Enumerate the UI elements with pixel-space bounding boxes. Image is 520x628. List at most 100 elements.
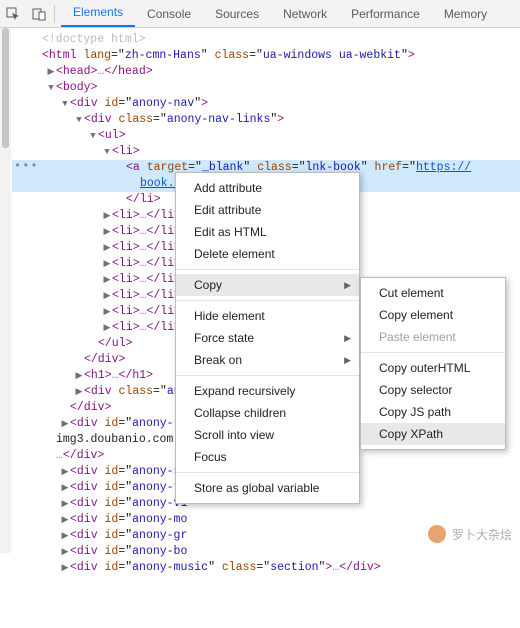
- menu-item-break-on[interactable]: Break on: [176, 349, 359, 371]
- dom-node-text: </ul>: [98, 336, 133, 352]
- menu-separator: [176, 269, 359, 270]
- tab-network[interactable]: Network: [271, 1, 339, 27]
- menu-separator: [361, 352, 505, 353]
- gutter-marker: •••: [14, 158, 39, 174]
- dom-node-text: <ul>: [98, 128, 126, 144]
- dom-line[interactable]: <li>: [12, 144, 520, 160]
- expand-arrow-icon[interactable]: [102, 208, 112, 224]
- expand-arrow-icon[interactable]: [102, 288, 112, 304]
- menu-item-copy-element[interactable]: Copy element: [361, 304, 505, 326]
- expand-arrow-icon[interactable]: [60, 496, 70, 512]
- dom-node-text: <div id="anony-re: [70, 416, 187, 432]
- scrollbar[interactable]: [0, 28, 11, 553]
- dom-line[interactable]: <div id="anony-nav">: [12, 96, 520, 112]
- dom-line[interactable]: <head>…</head>: [12, 64, 520, 80]
- dom-node-text: </div>: [84, 352, 125, 368]
- menu-item-add-attribute[interactable]: Add attribute: [176, 177, 359, 199]
- dom-node-text: <li>…</li>: [112, 272, 181, 288]
- expand-arrow-icon[interactable]: [74, 112, 84, 128]
- menu-separator: [176, 472, 359, 473]
- dom-node-text: img3.doubanio.com: [56, 432, 173, 448]
- menu-item-scroll-into-view[interactable]: Scroll into view: [176, 424, 359, 446]
- expand-arrow-icon[interactable]: [74, 384, 84, 400]
- dom-node-text: <li>…</li>: [112, 224, 181, 240]
- dom-node-text: <div id="anony-ti: [70, 480, 187, 496]
- menu-item-copy-selector[interactable]: Copy selector: [361, 379, 505, 401]
- dom-node-text: <li>…</li>: [112, 320, 181, 336]
- expand-arrow-icon[interactable]: [60, 464, 70, 480]
- tab-memory[interactable]: Memory: [432, 1, 499, 27]
- menu-item-expand-recursively[interactable]: Expand recursively: [176, 380, 359, 402]
- expand-arrow-icon[interactable]: [60, 560, 70, 576]
- expand-arrow-icon[interactable]: [102, 144, 112, 160]
- menu-item-copy[interactable]: Copy: [176, 274, 359, 296]
- expand-arrow-icon[interactable]: [60, 480, 70, 496]
- dom-line[interactable]: <ul>: [12, 128, 520, 144]
- separator: [54, 5, 55, 23]
- expand-arrow-icon[interactable]: [46, 64, 56, 80]
- context-menu[interactable]: Add attributeEdit attributeEdit as HTMLD…: [175, 172, 360, 504]
- menu-item-focus[interactable]: Focus: [176, 446, 359, 468]
- dom-node-text: <li>…</li>: [112, 240, 181, 256]
- menu-item-cut-element[interactable]: Cut element: [361, 282, 505, 304]
- expand-arrow-icon[interactable]: [46, 80, 56, 96]
- expand-arrow-icon[interactable]: [60, 512, 70, 528]
- dom-line[interactable]: <html lang="zh-cmn-Hans" class="ua-windo…: [12, 48, 520, 64]
- menu-item-delete-element[interactable]: Delete element: [176, 243, 359, 265]
- device-toggle-icon[interactable]: [26, 1, 52, 27]
- panel-tabs: ElementsConsoleSourcesNetworkPerformance…: [61, 0, 499, 27]
- expand-arrow-icon[interactable]: [60, 416, 70, 432]
- expand-arrow-icon[interactable]: [102, 304, 112, 320]
- tab-sources[interactable]: Sources: [203, 1, 271, 27]
- menu-item-copy-outerhtml[interactable]: Copy outerHTML: [361, 357, 505, 379]
- expand-arrow-icon[interactable]: [60, 528, 70, 544]
- dom-node-text: <li>…</li>: [112, 256, 181, 272]
- menu-item-edit-attribute[interactable]: Edit attribute: [176, 199, 359, 221]
- scroll-thumb[interactable]: [2, 28, 9, 148]
- dom-node-text: <div class="anony-nav-links">: [84, 112, 284, 128]
- menu-item-hide-element[interactable]: Hide element: [176, 305, 359, 327]
- dom-node-text: <div id="anony-vi: [70, 496, 187, 512]
- watermark-text: 罗卜大杂烩: [452, 526, 512, 543]
- menu-separator: [176, 375, 359, 376]
- dom-line[interactable]: <div class="anony-nav-links">: [12, 112, 520, 128]
- watermark-icon: [428, 525, 446, 543]
- tab-console[interactable]: Console: [135, 1, 203, 27]
- inspect-icon[interactable]: [0, 1, 26, 27]
- dom-node-text: <head>…</head>: [56, 64, 153, 80]
- menu-item-copy-xpath[interactable]: Copy XPath: [361, 423, 505, 445]
- tab-performance[interactable]: Performance: [339, 1, 432, 27]
- expand-arrow-icon[interactable]: [102, 320, 112, 336]
- expand-arrow-icon[interactable]: [102, 240, 112, 256]
- expand-arrow-icon[interactable]: [60, 96, 70, 112]
- menu-item-store-as-global-variable[interactable]: Store as global variable: [176, 477, 359, 499]
- menu-separator: [176, 300, 359, 301]
- dom-line[interactable]: <!doctype html>: [12, 32, 520, 48]
- tab-elements[interactable]: Elements: [61, 0, 135, 27]
- dom-node-text: <div id="anony-gr: [70, 528, 187, 544]
- menu-item-edit-as-html[interactable]: Edit as HTML: [176, 221, 359, 243]
- dom-line[interactable]: <div id="anony-bo: [12, 544, 520, 560]
- expand-arrow-icon[interactable]: [74, 368, 84, 384]
- expand-arrow-icon[interactable]: [102, 224, 112, 240]
- dom-node-text: <body>: [56, 80, 97, 96]
- menu-item-copy-js-path[interactable]: Copy JS path: [361, 401, 505, 423]
- dom-line[interactable]: <div id="anony-music" class="section">…<…: [12, 560, 520, 576]
- menu-item-force-state[interactable]: Force state: [176, 327, 359, 349]
- menu-item-collapse-children[interactable]: Collapse children: [176, 402, 359, 424]
- dom-node-text: <li>…</li>: [112, 304, 181, 320]
- dom-node-text: <li>: [112, 144, 140, 160]
- dom-node-text: <div id="anony-sn: [70, 464, 187, 480]
- dom-node-text: <li>…</li>: [112, 288, 181, 304]
- dom-node-text: </div>: [70, 400, 111, 416]
- dom-line[interactable]: <body>: [12, 80, 520, 96]
- expand-arrow-icon[interactable]: [102, 272, 112, 288]
- context-submenu-copy[interactable]: Cut elementCopy elementPaste elementCopy…: [360, 277, 506, 450]
- expand-arrow-icon[interactable]: [60, 544, 70, 560]
- dom-node-text: <li>…</li>: [112, 208, 181, 224]
- dom-node-text: <h1>…</h1>: [84, 368, 153, 384]
- expand-arrow-icon[interactable]: [102, 256, 112, 272]
- devtools-toolbar: ElementsConsoleSourcesNetworkPerformance…: [0, 0, 520, 28]
- expand-arrow-icon[interactable]: [88, 128, 98, 144]
- dom-node-text: <div id="anony-bo: [70, 544, 187, 560]
